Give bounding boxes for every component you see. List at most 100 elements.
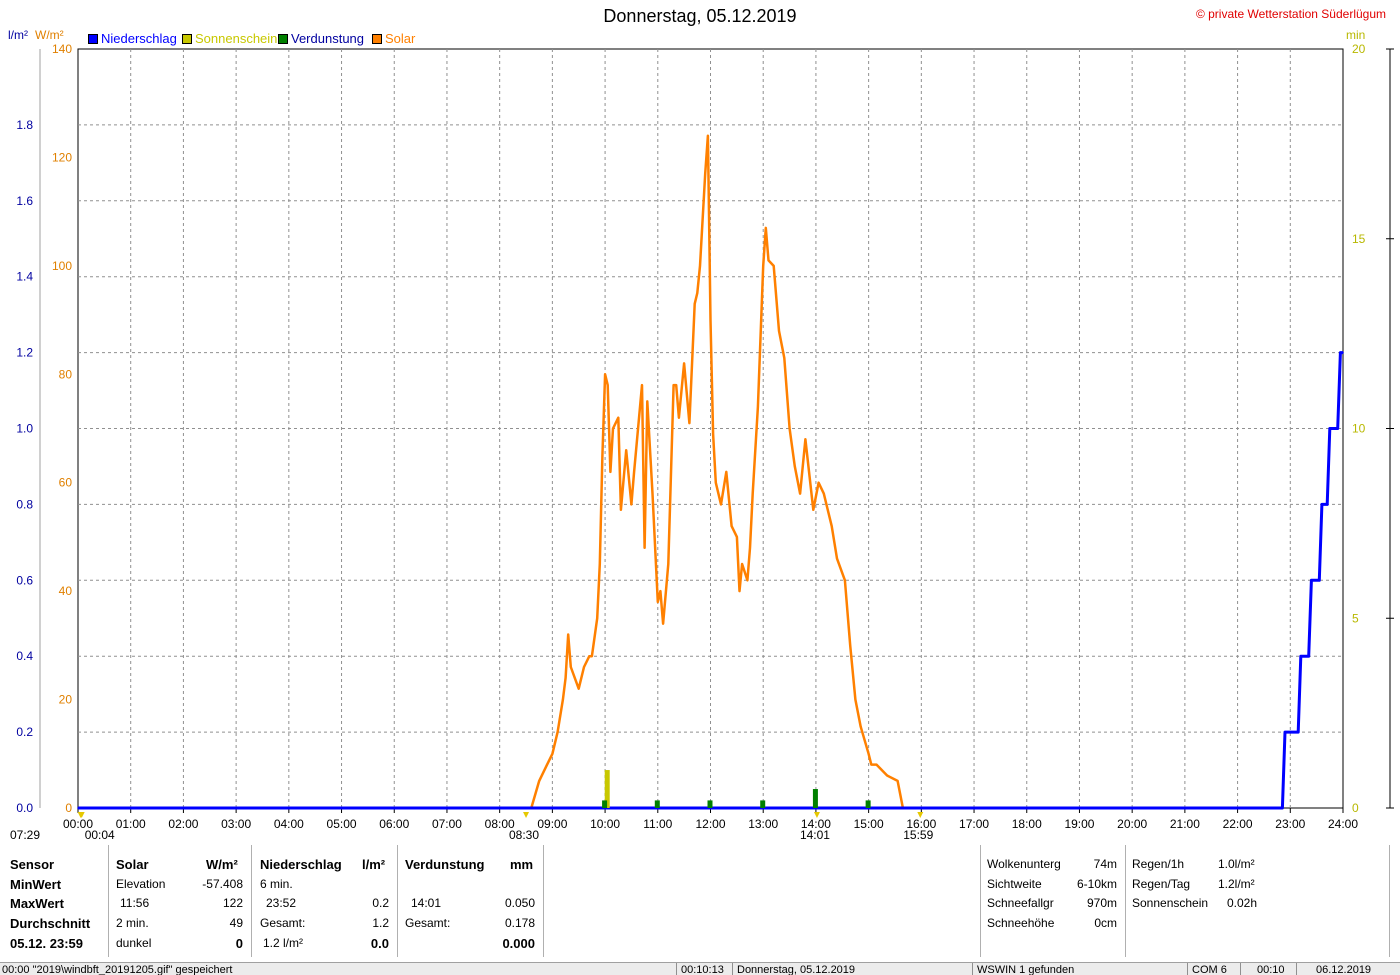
point-niederschlag: [1310, 579, 1313, 582]
point-niederschlag: [77, 807, 79, 809]
y-tick-label-sunshine: 20: [1352, 42, 1366, 56]
verdunstung-row-label: Gesamt:: [405, 916, 451, 930]
x-tick-label: 23:00: [1275, 817, 1305, 831]
x-tick-label: 01:00: [116, 817, 146, 831]
y-tick-label-solar: 140: [52, 42, 72, 56]
point-solar: [804, 438, 807, 441]
point-solar: [625, 449, 627, 452]
y-tick-label-solar: 100: [52, 259, 72, 273]
point-niederschlag: [1300, 655, 1302, 657]
verdunstung-head: Verdunstung: [405, 857, 485, 872]
weather-row-value: 6-10km: [1076, 877, 1117, 891]
solar-unit: W/m²: [206, 857, 238, 872]
point-solar: [633, 471, 635, 473]
niederschlag-unit: l/m²: [362, 857, 386, 872]
point-solar: [741, 563, 743, 565]
point-niederschlag: [1318, 579, 1321, 582]
point-solar: [699, 265, 701, 267]
point-solar: [709, 319, 712, 321]
panel-niederschlag: Niederschlag l/m² 6 min. 23:52 0.2 Gesam…: [251, 845, 398, 957]
x-tick-label: 15:00: [854, 817, 884, 831]
panel-sensor: Sensor MinWert MaxWert Durchschnitt 05.1…: [0, 845, 109, 957]
point-solar: [567, 633, 569, 636]
niederschlag-row-label: 6 min.: [260, 877, 293, 891]
niederschlag-row-label: 1.2 l/m²: [263, 936, 304, 950]
x-tick-label: 04:00: [274, 817, 304, 831]
y-tick-label-precip: 1.4: [16, 270, 33, 284]
solar-head: Solar: [116, 857, 149, 872]
x-tick-label: 10:00: [590, 817, 620, 831]
point-solar: [667, 563, 670, 565]
marker-label: 00:04: [85, 828, 115, 842]
point-solar: [730, 525, 733, 527]
y-tick-label-sunshine: 5: [1352, 611, 1359, 625]
point-solar: [599, 563, 601, 565]
point-solar: [604, 373, 606, 376]
point-solar: [823, 492, 825, 495]
point-solar: [704, 172, 706, 175]
point-solar: [609, 471, 612, 473]
bar-verdunstung: [760, 800, 766, 808]
niederschlag-row-value: 0.0: [370, 936, 389, 951]
weather-row-value: 970m: [1086, 896, 1117, 910]
niederschlag-row-label: Gesamt:: [260, 916, 306, 930]
rain-row-value: 0.02h: [1227, 896, 1258, 910]
y-tick-label-solar: 0: [65, 801, 72, 815]
point-solar: [612, 427, 614, 430]
point-solar: [538, 780, 540, 782]
point-solar: [659, 590, 662, 592]
point-niederschlag: [1329, 427, 1331, 430]
sensor-timestamp: 05.12. 23:59: [10, 936, 84, 951]
x-tick-label: 06:00: [379, 817, 409, 831]
status-time-short: 00:10: [1257, 964, 1285, 975]
point-solar: [788, 427, 791, 430]
weather-row-value: 0cm: [1094, 916, 1117, 930]
panel-rain: Regen/1h 1.0l/m² Regen/Tag 1.2l/m² Sonne…: [1124, 845, 1390, 957]
point-solar: [844, 579, 846, 582]
point-solar: [643, 547, 646, 549]
point-solar: [886, 774, 888, 777]
niederschlag-head: Niederschlag: [260, 857, 342, 872]
verdunstung-row-label: 14:01: [411, 896, 442, 910]
status-com-port: COM 6: [1192, 964, 1227, 975]
marker-label: 14:01: [800, 828, 830, 842]
point-solar: [799, 492, 801, 495]
weather-row-label: Schneehöhe: [987, 916, 1055, 930]
point-solar: [662, 622, 664, 625]
niederschlag-row-value: 1.2: [372, 916, 389, 930]
x-tick-label: 09:00: [537, 817, 567, 831]
x-tick-label: 05:00: [327, 817, 357, 831]
status-wswin: WSWIN 1 gefunden: [977, 964, 1075, 975]
verdunstung-row-value: 0.000: [502, 936, 535, 951]
point-niederschlag: [1339, 351, 1342, 354]
point-niederschlag: [1342, 351, 1344, 354]
point-solar: [736, 536, 738, 538]
y-tick-label-solar: 20: [59, 693, 73, 707]
point-solar: [630, 503, 633, 506]
y-tick-label-sunshine: 10: [1352, 422, 1366, 436]
point-solar: [757, 406, 759, 408]
panel-solar: Solar W/m² Elevation -57.408 11:56 122 2…: [108, 845, 252, 957]
marker-label: 07:29: [10, 828, 40, 842]
niederschlag-row-value: 0.2: [372, 896, 389, 910]
bar-verdunstung: [654, 800, 660, 808]
point-solar: [772, 265, 775, 267]
point-niederschlag: [1326, 503, 1328, 506]
point-solar: [588, 655, 591, 657]
solar-row-value: 49: [229, 916, 243, 930]
point-niederschlag: [1297, 731, 1299, 733]
point-solar: [817, 481, 820, 484]
point-solar: [688, 422, 691, 424]
point-solar: [762, 265, 764, 267]
point-solar: [641, 384, 643, 386]
point-solar: [696, 292, 699, 294]
point-solar: [583, 666, 585, 668]
point-solar: [875, 763, 878, 766]
x-tick-label: 22:00: [1223, 817, 1253, 831]
solar-row-value: -57.408: [202, 877, 243, 891]
point-solar: [778, 330, 780, 332]
y-tick-label-precip: 0.0: [16, 801, 33, 815]
point-solar: [794, 465, 796, 468]
point-solar: [830, 525, 833, 527]
point-solar: [749, 547, 751, 549]
